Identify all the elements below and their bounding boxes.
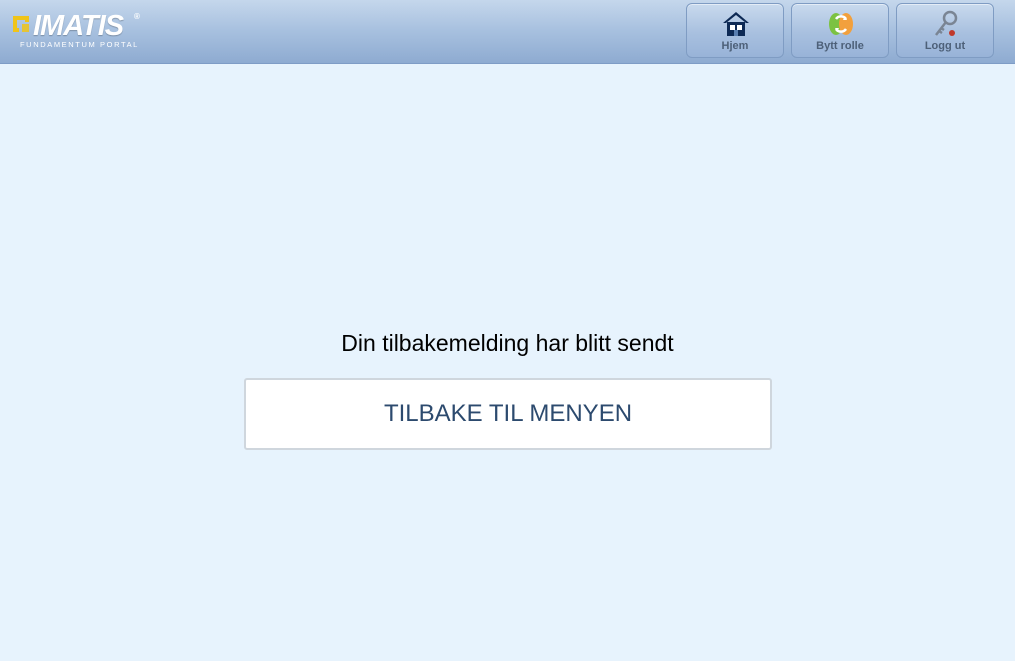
home-button[interactable]: Hjem: [686, 3, 784, 58]
back-to-menu-button[interactable]: TILBAKE TIL MENYEN: [244, 378, 772, 450]
imatis-logo: IMATIS ® FUNDAMENTUM PORTAL: [10, 8, 145, 52]
confirmation-message: Din tilbakemelding har blitt sendt: [341, 330, 674, 356]
logout-label: Logg ut: [924, 40, 966, 52]
logout-button[interactable]: Logg ut: [896, 3, 994, 58]
top-bar: IMATIS ® FUNDAMENTUM PORTAL Hjem Bytt ro…: [0, 0, 1015, 64]
logo-name: IMATIS: [33, 10, 124, 42]
switch-role-label: Bytt rolle: [816, 40, 864, 52]
home-icon: [723, 12, 749, 36]
switch-role-button[interactable]: Bytt rolle: [791, 3, 889, 58]
key-icon: [935, 10, 958, 36]
logo-registered-mark: ®: [134, 12, 140, 21]
logo-subtitle: FUNDAMENTUM PORTAL: [20, 40, 139, 49]
logo-mark-icon: [13, 16, 29, 32]
switch-role-icon: [829, 13, 853, 35]
home-label: Hjem: [721, 40, 749, 52]
